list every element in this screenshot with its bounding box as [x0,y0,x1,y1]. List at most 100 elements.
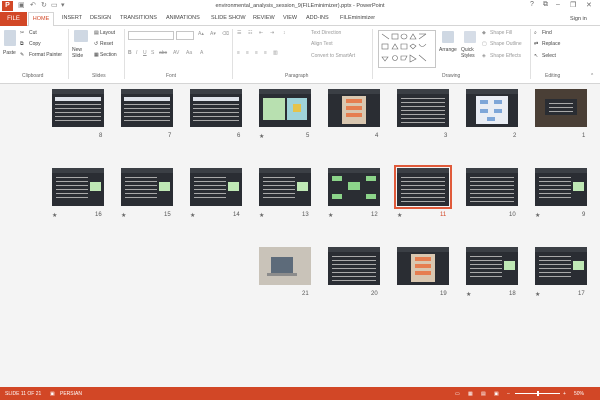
section-icon[interactable]: ▦ [94,52,99,58]
copy-icon[interactable]: ⧉ [20,41,24,47]
replace-button[interactable]: Replace [542,41,560,47]
select-button[interactable]: Select [542,53,556,59]
slide-thumbnail[interactable] [259,168,311,206]
shrink-font-icon[interactable]: A▾ [210,31,216,37]
paste-button[interactable]: Paste [3,50,16,56]
tab-review[interactable]: REVIEW [253,15,275,21]
zoom-in-button[interactable]: + [563,391,566,397]
zoom-level[interactable]: 50% [574,391,584,397]
slide-thumbnail[interactable] [535,89,587,127]
align-center-icon[interactable]: ≡ [246,50,249,56]
shape-fill-icon[interactable]: ◆ [482,30,486,36]
ribbon-options-icon[interactable]: ⧉ [543,1,548,9]
tab-slide-show[interactable]: SLIDE SHOW [211,15,246,21]
slide-thumbnail[interactable] [394,165,452,209]
new-slide-icon[interactable] [74,30,88,42]
shape-effects-button[interactable]: Shape Effects [490,53,521,59]
close-button[interactable]: ✕ [586,1,592,9]
reset-button[interactable]: Reset [100,41,113,47]
decrease-indent-icon[interactable]: ⇤ [259,30,263,36]
quick-styles-button[interactable]: Quick Styles [461,47,479,59]
slide-thumbnail[interactable] [328,89,380,127]
shape-effects-icon[interactable]: ◈ [482,53,486,59]
shadow-icon[interactable]: S [151,50,154,56]
align-text-button[interactable]: Align Text [311,41,333,47]
tab-insert[interactable]: INSERT [62,15,82,21]
layout-button[interactable]: Layout [100,30,115,36]
minimize-button[interactable]: – [556,1,560,8]
slide-thumbnail[interactable] [259,89,311,127]
tab-home[interactable]: HOME [28,12,54,26]
slide-thumbnail[interactable] [397,247,449,285]
slide-thumbnail[interactable] [535,168,587,206]
tab-view[interactable]: VIEW [283,15,297,21]
slide-thumbnail[interactable] [535,247,587,285]
slide-thumbnail[interactable] [121,168,173,206]
tab-transitions[interactable]: TRANSITIONS [120,15,157,21]
slide-thumbnail[interactable] [328,168,380,206]
scissors-icon[interactable]: ✂ [20,30,24,36]
find-icon[interactable]: ⌕ [534,30,537,36]
slide-thumbnail[interactable] [397,89,449,127]
bold-icon[interactable]: B [128,50,132,56]
slide-thumbnail[interactable] [259,247,311,285]
font-size-select[interactable] [176,31,194,40]
layout-icon[interactable]: ▤ [94,30,99,36]
reset-icon[interactable]: ↺ [94,41,98,47]
select-icon[interactable]: ↖ [534,53,538,59]
slide-thumbnail[interactable] [121,89,173,127]
slide-thumbnail[interactable] [466,89,518,127]
sign-in-link[interactable]: Sign in [570,16,587,22]
font-family-select[interactable] [128,31,174,40]
format-painter-button[interactable]: Format Painter [29,52,62,58]
collapse-ribbon-icon[interactable]: ⌃ [590,73,594,79]
language-indicator[interactable]: PERSIAN [60,391,82,397]
bullets-icon[interactable]: ☰ [237,30,241,36]
paste-icon[interactable] [4,30,16,46]
slide-thumbnail[interactable] [52,168,104,206]
strikethrough-icon[interactable]: abc [159,50,167,56]
shape-outline-button[interactable]: Shape Outline [490,41,522,47]
quick-styles-icon[interactable] [464,31,476,43]
line-spacing-icon[interactable]: ↕ [283,30,286,36]
restore-button[interactable]: ❐ [570,1,576,9]
normal-view-icon[interactable]: ▭ [455,391,460,397]
find-button[interactable]: Find [542,30,552,36]
justify-icon[interactable]: ≡ [264,50,267,56]
reading-view-icon[interactable]: ▤ [481,391,486,397]
copy-button[interactable]: Copy [29,41,41,47]
numbering-icon[interactable]: ☷ [248,30,252,36]
slide-thumbnail[interactable] [190,168,242,206]
italic-icon[interactable]: I [136,50,137,56]
help-button[interactable]: ? [530,1,534,8]
format-painter-icon[interactable]: ✎ [20,52,24,58]
clear-format-icon[interactable]: ⌫ [222,31,229,37]
new-slide-button[interactable]: New Slide [72,47,92,59]
proofing-icon[interactable]: ▣ [50,391,55,397]
zoom-out-button[interactable]: – [507,391,510,397]
convert-smartart-button[interactable]: Convert to SmartArt [311,53,355,59]
arrange-icon[interactable] [442,31,454,43]
tab-fileminimizer[interactable]: FILEminimizer [340,15,375,21]
text-direction-button[interactable]: Text Direction [311,30,341,36]
underline-icon[interactable]: U [143,50,147,56]
align-right-icon[interactable]: ≡ [255,50,258,56]
slide-thumbnail[interactable] [466,247,518,285]
shape-fill-button[interactable]: Shape Fill [490,30,512,36]
tab-add-ins[interactable]: ADD-INS [306,15,329,21]
replace-icon[interactable]: ⇄ [534,41,538,47]
slide-thumbnail[interactable] [52,89,104,127]
zoom-slider-thumb[interactable] [536,391,539,396]
slide-thumbnail[interactable] [190,89,242,127]
shape-outline-icon[interactable]: ▢ [482,41,487,47]
arrange-button[interactable]: Arrange [439,47,457,53]
change-case-icon[interactable]: Aa [186,50,192,56]
slide-thumbnail[interactable] [328,247,380,285]
shapes-gallery[interactable] [378,30,436,68]
section-button[interactable]: Section [100,52,117,58]
cut-button[interactable]: Cut [29,30,37,36]
slide-thumbnail[interactable] [466,168,518,206]
slideshow-view-icon[interactable]: ▣ [494,391,499,397]
align-left-icon[interactable]: ≡ [237,50,240,56]
grow-font-icon[interactable]: A▴ [198,31,204,37]
